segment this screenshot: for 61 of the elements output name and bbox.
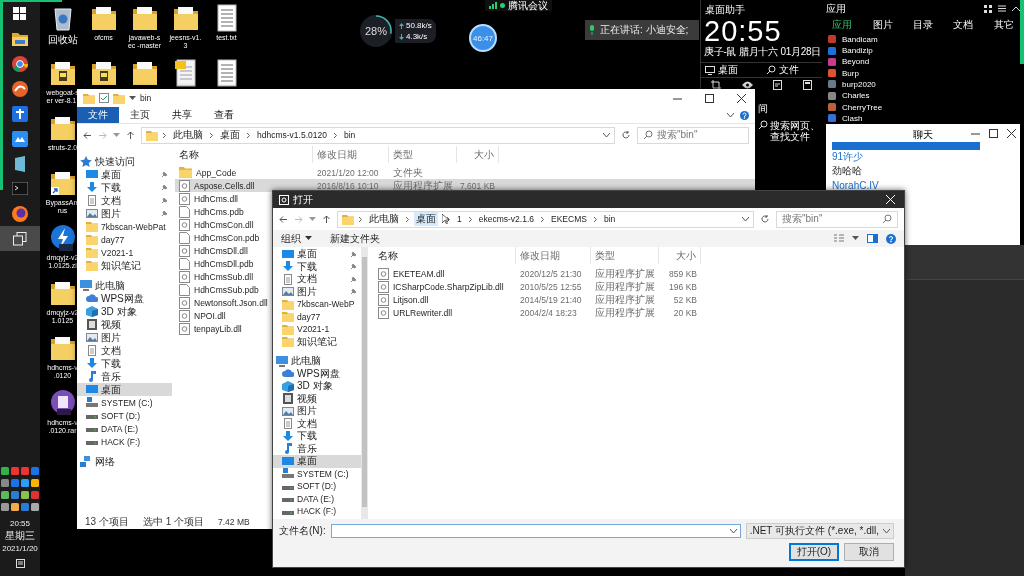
icon-label: 回收站	[46, 34, 79, 45]
file-type: 应用程序扩展	[594, 279, 656, 294]
window-title: 打开	[293, 192, 313, 207]
file-name: Aspose.Cells.dll	[194, 180, 255, 191]
upload-speed: 50.8k/s	[406, 21, 432, 30]
file-type: 应用程序扩展	[594, 305, 656, 320]
file-name: HdhCmsSub.pdb	[194, 284, 259, 295]
cpu-usage: 28%	[365, 25, 387, 37]
status-text: 7.42 MB	[218, 517, 250, 527]
file-name: App_Code	[196, 167, 237, 178]
modified-date: 2021/1/20 12:00	[316, 167, 380, 178]
file-name: HdhCmsCon.dll	[194, 219, 254, 230]
file-name: URLRewriter.dll	[393, 307, 453, 318]
file-name: HdhCmsSub.dll	[194, 271, 254, 282]
file-name: HdhCmsDll.dll	[194, 245, 248, 256]
status-text: 选中 1 个项目	[142, 515, 205, 529]
modified-date: 2004/2/4 18:23	[519, 307, 578, 318]
contact-name: 劲哈哈	[832, 164, 862, 178]
file-name: Newtonsoft.Json.dll	[194, 297, 268, 308]
file-type: 应用程序扩展	[392, 178, 454, 193]
status-text: 13 个项目	[85, 515, 129, 529]
weekday: 星期三	[5, 529, 35, 543]
window-title: bin	[140, 93, 152, 103]
file-name: HdhCms.pdb	[194, 206, 244, 217]
file-size: 859 KB	[668, 268, 698, 279]
file-name: Litjson.dll	[393, 294, 429, 305]
meeting-label: 腾讯会议	[508, 0, 548, 13]
file-type: 应用程序扩展	[594, 266, 656, 281]
file-name: HdhCms.dll	[194, 193, 238, 204]
contact-name: 91许少	[832, 150, 864, 164]
file-size: 20 KB	[672, 307, 698, 318]
field-label: 文件名(N):	[279, 524, 326, 538]
modified-date: 2016/8/16 10:10	[316, 180, 380, 191]
clock-date: 2021/1/20	[2, 544, 38, 553]
file-name: tenpayLib.dll	[194, 323, 242, 334]
file-size: 7,601 KB	[459, 180, 496, 191]
modified-date: 2014/5/19 21:40	[519, 294, 583, 305]
window-title: 聊天	[913, 128, 933, 142]
file-name: ICSharpCode.SharpZipLib.dll	[393, 281, 504, 292]
speaking-status: 正在讲话: 小迪安全;	[600, 23, 689, 37]
contact-name: NorahC.IV	[832, 179, 879, 191]
modified-date: 2020/12/5 21:30	[519, 268, 583, 279]
lunar-date: 腊月十六	[738, 45, 778, 59]
panel-title: 应用	[826, 1, 846, 16]
file-name: EKETEAM.dll	[393, 268, 445, 279]
clock-time: 20:55	[10, 519, 30, 528]
text-fragment: 间	[758, 102, 769, 116]
panel-title: 桌面助手	[704, 3, 746, 17]
file-size: 196 KB	[668, 281, 698, 292]
file-type: 应用程序扩展	[594, 292, 656, 307]
clock-time: 20:55	[703, 17, 783, 45]
file-type: 文件夹	[392, 165, 424, 180]
file-name: NPOI.dll	[194, 310, 226, 321]
search-hint: 搜索网页、查找文件	[770, 120, 821, 142]
file-size: 52 KB	[672, 294, 698, 305]
calendar-date: 01月28日	[780, 45, 821, 59]
download-speed: 4.3k/s	[406, 32, 428, 41]
modified-date: 2010/5/25 12:55	[519, 281, 583, 292]
lunar-year: 庚子-鼠	[704, 45, 737, 59]
file-name: HdhCmsDll.pdb	[194, 258, 254, 269]
file-name: HdhCmsCon.pdb	[194, 232, 260, 243]
